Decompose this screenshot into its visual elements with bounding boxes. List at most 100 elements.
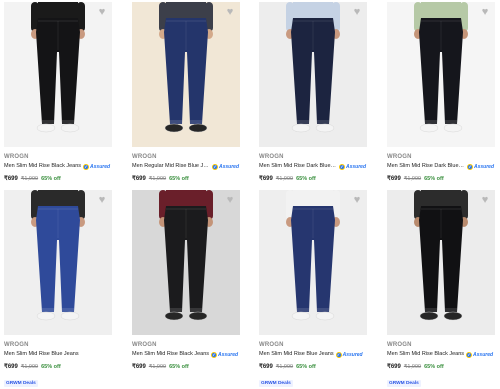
product-image[interactable]: ♥ bbox=[132, 190, 240, 335]
assured-label: Assured bbox=[474, 163, 495, 170]
product-image-figure bbox=[387, 2, 495, 147]
selling-price: ₹699 bbox=[4, 176, 18, 182]
discount-percent: 65% off bbox=[169, 363, 189, 370]
product-image-figure bbox=[132, 190, 240, 335]
assured-badge: ✓ Assured bbox=[335, 351, 363, 358]
product-brand: WROGN bbox=[4, 154, 29, 160]
assured-shield-icon: ✓ bbox=[467, 163, 473, 170]
assured-label: Assured bbox=[90, 163, 111, 170]
price-row: ₹699 ₹1,999 65% off bbox=[259, 174, 367, 183]
price-row: ₹699 ₹1,999 65% off bbox=[132, 362, 240, 371]
product-title-row: Men Slim Mid Rise Black Jeans ✓ Assured bbox=[132, 350, 240, 359]
assured-label: Assured bbox=[346, 163, 367, 170]
discount-percent: 65% off bbox=[296, 363, 316, 370]
product-card[interactable]: ♥ WROGN Men Slim Mid Rise Dark Blue Je... ✓… bbox=[259, 2, 367, 201]
assured-shield-icon: ✓ bbox=[335, 351, 342, 358]
assured-label: Assured bbox=[473, 351, 494, 358]
product-brand: WROGN bbox=[259, 154, 284, 160]
original-price: ₹1,999 bbox=[148, 363, 167, 370]
discount-percent: 65% off bbox=[41, 363, 61, 370]
selling-price: ₹699 bbox=[132, 176, 146, 182]
product-card[interactable]: ♥ WROGN Men Slim Mid Rise Blue Jeans ✓ Assur… bbox=[259, 190, 367, 389]
assured-badge: ✓ Assured bbox=[211, 351, 238, 358]
price-row: ₹699 ₹1,999 65% off bbox=[4, 362, 112, 371]
assured-shield-icon: ✓ bbox=[83, 163, 90, 170]
product-image-figure bbox=[132, 2, 240, 147]
wishlist-heart-icon[interactable]: ♥ bbox=[224, 6, 236, 18]
product-image[interactable]: ♥ bbox=[387, 190, 495, 335]
product-card[interactable]: ♥ WROGN Men Slim Mid Rise Black Jeans ✓ Assu… bbox=[387, 190, 495, 389]
product-brand: WROGN bbox=[387, 342, 412, 348]
wishlist-heart-icon[interactable]: ♥ bbox=[479, 194, 491, 206]
product-title-row: Men Slim Mid Rise Dark Blue Je... ✓ Assure… bbox=[259, 162, 367, 171]
deal-tag: GRWM Deals bbox=[387, 380, 421, 387]
product-card[interactable]: ♥ WROGN Men Slim Mid Rise Black Jeans ✓ Assu… bbox=[4, 2, 112, 201]
product-image[interactable]: ♥ bbox=[259, 190, 367, 335]
product-image-figure bbox=[4, 2, 112, 147]
assured-badge: ✓ Assured bbox=[339, 163, 367, 170]
discount-percent: 65% off bbox=[41, 175, 61, 182]
assured-badge: ✓ Assured bbox=[466, 351, 494, 358]
wishlist-heart-icon[interactable]: ♥ bbox=[96, 6, 108, 18]
original-price: ₹1,999 bbox=[20, 363, 39, 370]
product-image-figure bbox=[259, 190, 367, 335]
selling-price: ₹699 bbox=[4, 364, 18, 370]
price-row: ₹699 ₹1,999 65% off bbox=[132, 174, 240, 183]
selling-price: ₹699 bbox=[387, 364, 401, 370]
wishlist-heart-icon[interactable]: ♥ bbox=[96, 194, 108, 206]
product-title[interactable]: Men Slim Mid Rise Dark Blue Je... bbox=[387, 162, 465, 171]
discount-percent: 65% off bbox=[424, 175, 444, 182]
product-brand: WROGN bbox=[132, 154, 157, 160]
assured-badge: ✓ Assured bbox=[83, 163, 111, 170]
discount-percent: 65% off bbox=[296, 175, 316, 182]
product-title-row: Men Slim Mid Rise Black Jeans ✓ Assured bbox=[4, 162, 112, 171]
selling-price: ₹699 bbox=[132, 364, 146, 370]
deal-tag: GRWM Deals bbox=[259, 380, 293, 387]
product-image[interactable]: ♥ bbox=[132, 2, 240, 147]
product-card[interactable]: ♥ WROGN Men Regular Mid Rise Blue Jeans ✓ As… bbox=[132, 2, 240, 183]
product-brand: WROGN bbox=[387, 154, 412, 160]
discount-percent: 65% off bbox=[169, 175, 189, 182]
original-price: ₹1,999 bbox=[403, 363, 422, 370]
product-title-row: Men Slim Mid Rise Blue Jeans ✓ Assured bbox=[259, 350, 367, 359]
product-title-row: Men Slim Mid Rise Blue Jeans bbox=[4, 350, 112, 359]
product-title-row: Men Slim Mid Rise Black Jeans ✓ Assured bbox=[387, 350, 495, 359]
product-title[interactable]: Men Slim Mid Rise Black Jeans bbox=[132, 350, 209, 359]
original-price: ₹1,999 bbox=[20, 175, 39, 182]
product-title[interactable]: Men Slim Mid Rise Black Jeans bbox=[387, 350, 464, 359]
product-title[interactable]: Men Regular Mid Rise Blue Jeans bbox=[132, 162, 210, 171]
product-image[interactable]: ♥ bbox=[4, 2, 112, 147]
product-title-row: Men Slim Mid Rise Dark Blue Je... ✓ Assure… bbox=[387, 162, 495, 171]
wishlist-heart-icon[interactable]: ♥ bbox=[224, 194, 236, 206]
product-card[interactable]: ♥ WROGN Men Slim Mid Rise Blue Jeans ₹699 ₹1… bbox=[4, 190, 112, 389]
deal-tag: GRWM Deals bbox=[4, 380, 38, 387]
wishlist-heart-icon[interactable]: ♥ bbox=[351, 6, 363, 18]
assured-label: Assured bbox=[342, 351, 363, 358]
product-title[interactable]: Men Slim Mid Rise Black Jeans bbox=[4, 162, 81, 171]
original-price: ₹1,999 bbox=[403, 175, 422, 182]
assured-shield-icon: ✓ bbox=[466, 351, 473, 358]
product-image[interactable]: ♥ bbox=[259, 2, 367, 147]
product-image-figure bbox=[259, 2, 367, 147]
product-card[interactable]: ♥ WROGN Men Slim Mid Rise Black Jeans ✓ Assu… bbox=[132, 190, 240, 371]
original-price: ₹1,999 bbox=[275, 175, 294, 182]
product-brand: WROGN bbox=[259, 342, 284, 348]
product-title[interactable]: Men Slim Mid Rise Blue Jeans bbox=[259, 350, 334, 359]
assured-label: Assured bbox=[219, 163, 240, 170]
assured-shield-icon: ✓ bbox=[339, 163, 345, 170]
original-price: ₹1,999 bbox=[148, 175, 167, 182]
product-title-row: Men Regular Mid Rise Blue Jeans ✓ Assured bbox=[132, 162, 240, 171]
product-image[interactable]: ♥ bbox=[387, 2, 495, 147]
assured-shield-icon: ✓ bbox=[212, 163, 218, 170]
assured-badge: ✓ Assured bbox=[212, 163, 240, 170]
product-image[interactable]: ♥ bbox=[4, 190, 112, 335]
product-title[interactable]: Men Slim Mid Rise Dark Blue Je... bbox=[259, 162, 337, 171]
wishlist-heart-icon[interactable]: ♥ bbox=[479, 6, 491, 18]
product-title[interactable]: Men Slim Mid Rise Blue Jeans bbox=[4, 350, 79, 359]
selling-price: ₹699 bbox=[259, 364, 273, 370]
selling-price: ₹699 bbox=[387, 176, 401, 182]
wishlist-heart-icon[interactable]: ♥ bbox=[351, 194, 363, 206]
product-image-figure bbox=[4, 190, 112, 335]
price-row: ₹699 ₹1,999 65% off bbox=[4, 174, 112, 183]
product-card[interactable]: ♥ WROGN Men Slim Mid Rise Dark Blue Je... ✓… bbox=[387, 2, 495, 201]
